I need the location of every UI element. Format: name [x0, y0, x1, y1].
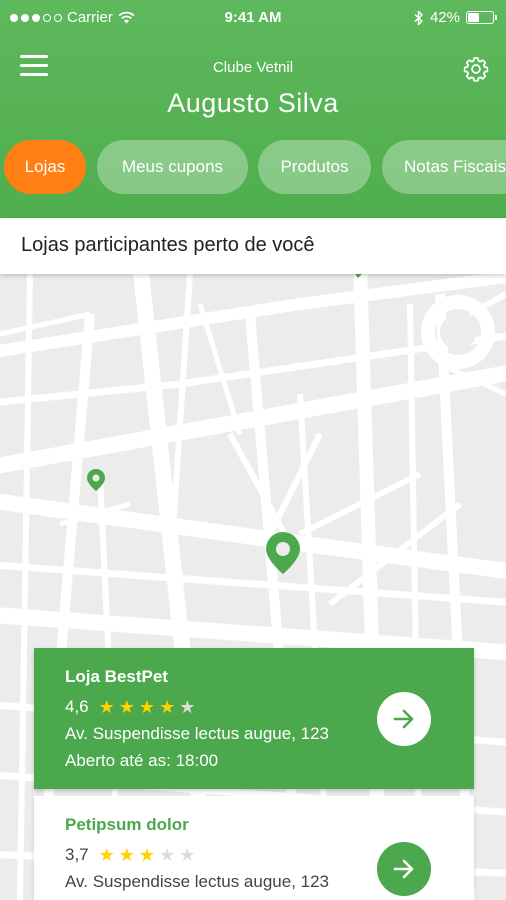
star-filled-icon: ★: [159, 697, 176, 717]
tab-lojas[interactable]: Lojas: [4, 140, 86, 194]
tab-notas-fiscais[interactable]: Notas Fiscais: [382, 140, 506, 194]
store-rating: 3,7 ★ ★ ★ ★ ★: [65, 845, 195, 865]
star-filled-icon: ★: [118, 845, 135, 865]
store-hours: Aberto até as: 18:00: [65, 751, 219, 770]
star-empty-icon: ★: [179, 697, 196, 717]
section-header: Lojas participantes perto de você: [0, 218, 506, 274]
star-filled-icon: ★: [138, 845, 156, 865]
star-rating: ★ ★ ★ ★ ★: [99, 698, 196, 716]
battery-percent: 42%: [429, 9, 460, 26]
arrow-right-icon: [393, 709, 414, 729]
rating-value: 4,6: [65, 697, 89, 716]
battery-icon: [466, 11, 497, 24]
star-filled-icon: ★: [98, 697, 115, 717]
bluetooth-icon: [414, 10, 423, 25]
tab-meus-cupons[interactable]: Meus cupons: [97, 140, 248, 194]
tab-produtos[interactable]: Produtos: [258, 140, 371, 194]
star-rating: ★ ★ ★ ★ ★: [99, 846, 196, 864]
tab-bar: Lojas Meus cupons Produtos Notas Fiscais: [0, 140, 506, 194]
store-address: Av. Suspendisse lectus augue, 123: [65, 724, 329, 743]
arrow-right-icon: [393, 859, 414, 879]
star-filled-icon: ★: [138, 697, 156, 717]
section-title: Lojas participantes perto de você: [21, 234, 315, 256]
store-rating: 4,6 ★ ★ ★ ★ ★: [65, 697, 195, 717]
open-store-button[interactable]: [377, 842, 431, 896]
status-bar: Carrier 9:41 AM 42%: [0, 0, 506, 36]
app-title: Clube Vetnil: [212, 59, 294, 76]
store-address: Av. Suspendisse lectus augue, 123: [65, 872, 329, 891]
app-header: Carrier 9:41 AM 42% Clube Vetnil Augusto…: [0, 0, 506, 218]
menu-icon: [20, 55, 48, 58]
star-empty-icon: ★: [179, 845, 196, 865]
star-filled-icon: ★: [118, 697, 135, 717]
rating-value: 3,7: [65, 845, 89, 864]
store-card-petipsum[interactable]: Petipsum dolor 3,7 ★ ★ ★ ★ ★ Av. Suspendisse…: [34, 796, 474, 900]
star-empty-icon: ★: [159, 845, 176, 865]
store-card-bestpet[interactable]: Loja BestPet 4,6 ★ ★ ★ ★ ★ Av. Suspendisse l…: [34, 648, 474, 789]
status-right: 42%: [414, 9, 497, 26]
star-filled-icon: ★: [98, 845, 115, 865]
settings-gear-icon[interactable]: [462, 55, 490, 83]
user-name: Augusto Silva: [167, 88, 339, 118]
open-store-button[interactable]: [377, 692, 431, 746]
store-name: Petipsum dolor: [65, 815, 189, 834]
store-name: Loja BestPet: [65, 667, 168, 686]
